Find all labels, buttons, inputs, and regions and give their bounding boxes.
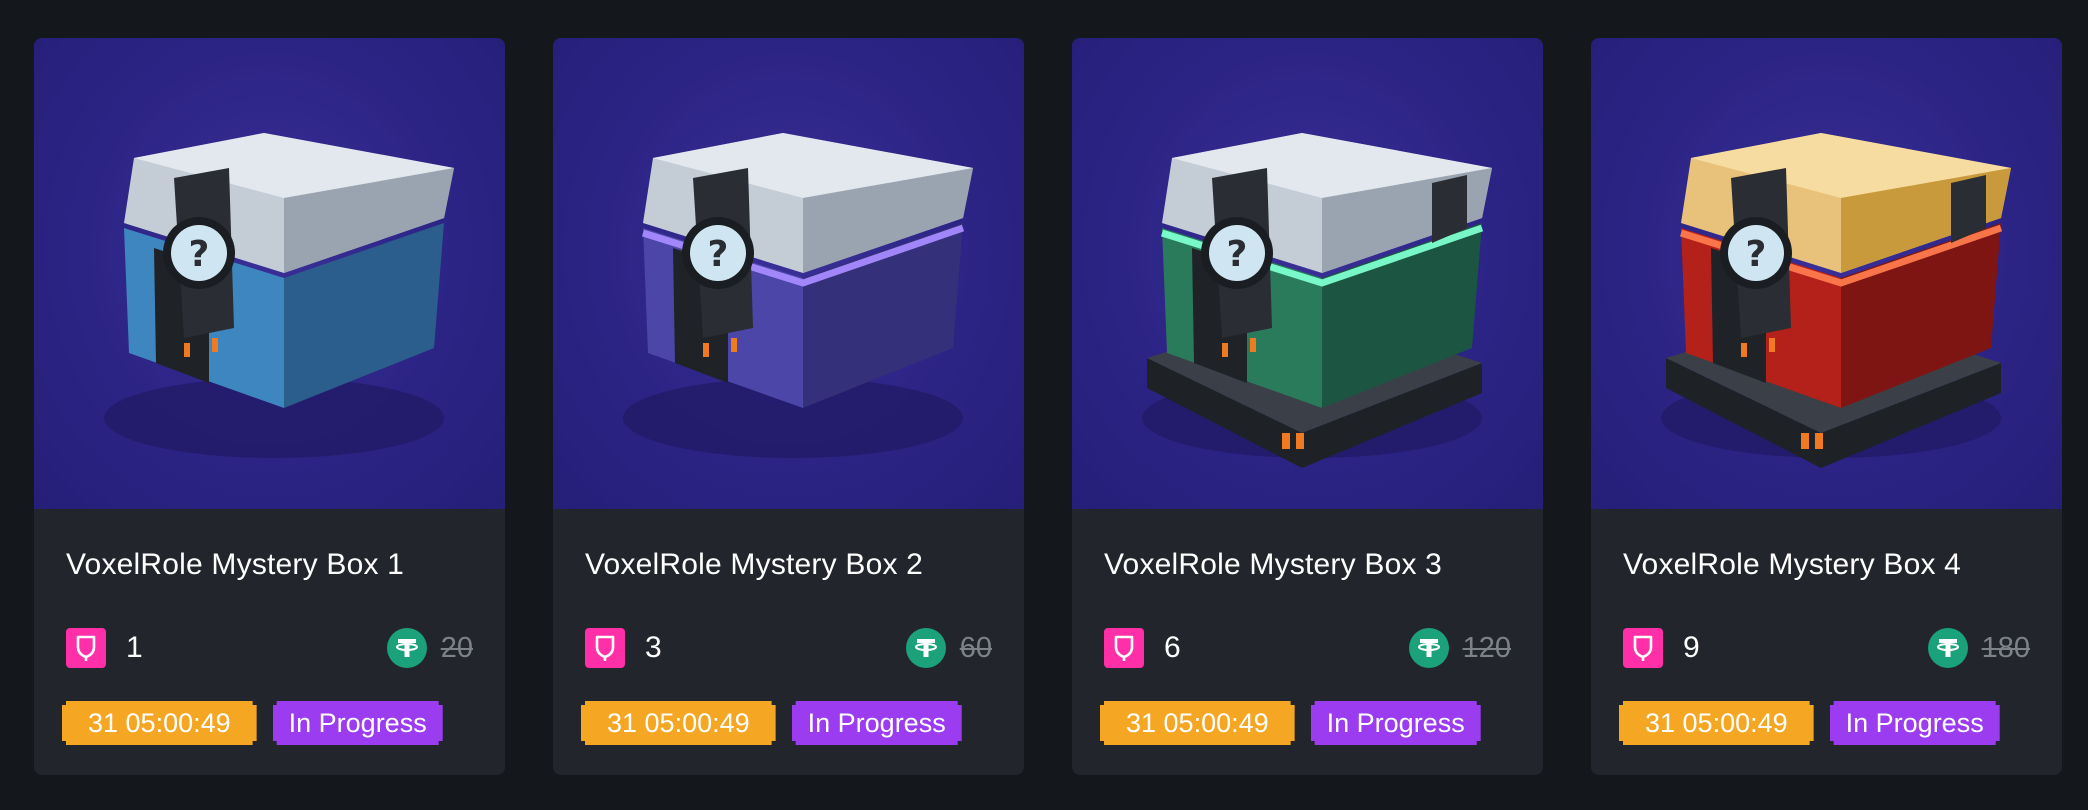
gem-icon [1623, 628, 1663, 668]
quantity-value: 3 [645, 631, 662, 664]
mystery-box-card-4[interactable]: ? VoxelRole Mystery Box 4 9 180 31 05:00… [1591, 38, 2062, 775]
quantity-group: 6 [1104, 628, 1181, 668]
price-row: 6 120 [1104, 626, 1511, 670]
status-badge: In Progress [792, 701, 962, 745]
purple-mystery-box-icon: ? [623, 133, 973, 458]
old-price: 120 [1462, 631, 1511, 664]
badge-row: 31 05:00:49 In Progress [1619, 701, 2000, 745]
mystery-box-grid: ? VoxelRole Mystery Box 1 1 20 31 05:00:… [34, 38, 2062, 775]
tether-icon [386, 628, 427, 668]
tether-icon [905, 628, 946, 668]
green-mystery-box-icon: ? [1142, 133, 1492, 468]
badge-row: 31 05:00:49 In Progress [62, 701, 443, 745]
mystery-box-card-1[interactable]: ? VoxelRole Mystery Box 1 1 20 31 05:00:… [34, 38, 505, 775]
price-row: 1 20 [66, 626, 473, 670]
badge-row: 31 05:00:49 In Progress [581, 701, 962, 745]
old-price: 20 [440, 631, 473, 664]
old-price: 60 [959, 631, 992, 664]
blue-mystery-box-icon: ? [104, 133, 454, 458]
mystery-box-image[interactable]: ? [1591, 38, 2062, 509]
card-title: VoxelRole Mystery Box 1 [66, 548, 405, 581]
mystery-box-image[interactable]: ? [34, 38, 505, 509]
price-row: 3 60 [585, 626, 992, 670]
status-badge: In Progress [1830, 701, 2000, 745]
countdown-badge: 31 05:00:49 [581, 701, 776, 745]
mystery-box-card-3[interactable]: ? VoxelRole Mystery Box 3 6 120 31 05:00… [1072, 38, 1543, 775]
status-badge: In Progress [1311, 701, 1481, 745]
price-row: 9 180 [1623, 626, 2030, 670]
gem-icon [1104, 628, 1144, 668]
mystery-box-image[interactable]: ? [1072, 38, 1543, 509]
quantity-group: 9 [1623, 628, 1700, 668]
tether-icon [1408, 628, 1449, 668]
gem-icon [66, 628, 106, 668]
price-group: 180 [1927, 628, 2030, 668]
quantity-value: 1 [126, 631, 143, 664]
quantity-group: 1 [66, 628, 143, 668]
card-title: VoxelRole Mystery Box 2 [585, 548, 924, 581]
mystery-box-card-2[interactable]: ? VoxelRole Mystery Box 2 3 60 31 05:00:… [553, 38, 1024, 775]
red-gold-mystery-box-icon: ? [1661, 133, 2011, 468]
svg-text:?: ? [1227, 234, 1248, 275]
price-group: 20 [386, 628, 473, 668]
mystery-box-image[interactable]: ? [553, 38, 1024, 509]
card-title: VoxelRole Mystery Box 4 [1623, 548, 1962, 581]
svg-text:?: ? [189, 234, 210, 275]
card-title: VoxelRole Mystery Box 3 [1104, 548, 1443, 581]
status-badge: In Progress [273, 701, 443, 745]
badge-row: 31 05:00:49 In Progress [1100, 701, 1481, 745]
countdown-badge: 31 05:00:49 [62, 701, 257, 745]
quantity-group: 3 [585, 628, 662, 668]
svg-text:?: ? [1746, 234, 1767, 275]
countdown-badge: 31 05:00:49 [1619, 701, 1814, 745]
quantity-value: 6 [1164, 631, 1181, 664]
price-group: 60 [905, 628, 992, 668]
countdown-badge: 31 05:00:49 [1100, 701, 1295, 745]
gem-icon [585, 628, 625, 668]
old-price: 180 [1981, 631, 2030, 664]
price-group: 120 [1408, 628, 1511, 668]
quantity-value: 9 [1683, 631, 1700, 664]
svg-text:?: ? [708, 234, 729, 275]
tether-icon [1927, 628, 1968, 668]
